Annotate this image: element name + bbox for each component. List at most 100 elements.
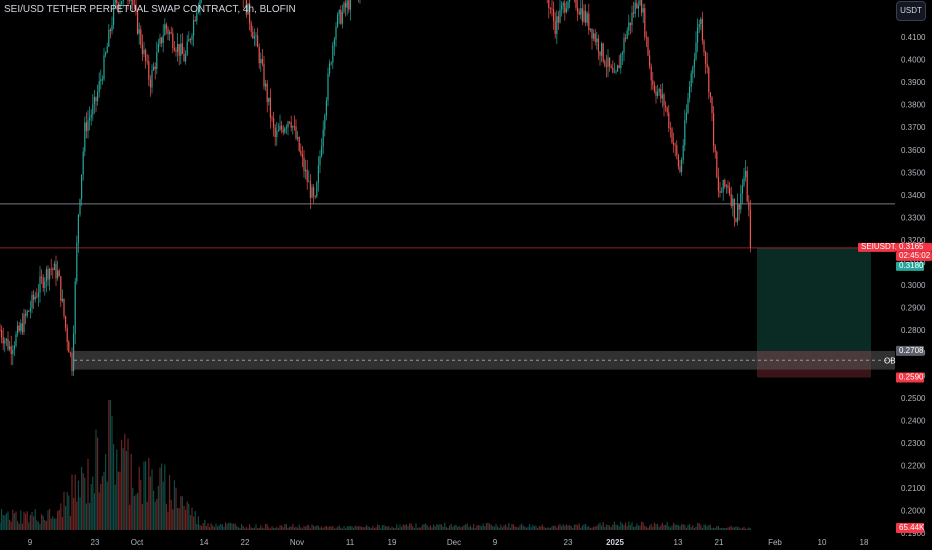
volume-bar — [401, 527, 403, 530]
volume-bar — [567, 525, 569, 530]
volume-bar — [260, 525, 262, 530]
volume-bar — [201, 525, 203, 530]
volume-bar — [284, 524, 286, 530]
volume-bar — [9, 519, 11, 530]
candle-body — [193, 20, 195, 36]
volume-bar — [580, 527, 582, 530]
candle-body — [271, 117, 273, 119]
volume-bar — [724, 528, 726, 530]
volume-bar — [492, 525, 494, 530]
volume-bar — [684, 524, 686, 530]
candle-body — [49, 268, 51, 280]
volume-bar — [92, 476, 94, 530]
candle-body — [4, 340, 6, 344]
volume-bar — [391, 526, 393, 530]
volume-bar — [493, 526, 495, 530]
candle-body — [668, 112, 670, 129]
x-tick-label: 11 — [346, 538, 355, 547]
volume-bar — [386, 526, 388, 530]
candle-body — [313, 187, 315, 197]
volume-bar — [519, 525, 521, 530]
candle-body — [178, 43, 180, 56]
candle-body — [1, 330, 3, 338]
y-tick-label: 0.2300 — [901, 439, 926, 448]
volume-bar — [593, 526, 595, 530]
candle-body — [676, 145, 678, 156]
price-chart[interactable]: OB 0.41000.40000.39000.38000.37000.36000… — [0, 0, 932, 550]
volume-bar — [133, 496, 135, 530]
volume-bar — [549, 528, 551, 530]
candle-body — [553, 9, 555, 21]
candle-body — [746, 170, 748, 202]
volume-bar — [372, 525, 374, 530]
candle-body — [269, 97, 271, 118]
volume-bar — [63, 491, 65, 530]
volume-bar — [84, 477, 86, 530]
candle-body — [569, 0, 571, 2]
volume-bar — [617, 524, 619, 530]
candle-body — [276, 131, 278, 138]
volume-bar — [57, 511, 59, 530]
volume-bar — [313, 525, 315, 530]
volume-bar — [249, 524, 251, 530]
candle-body — [338, 10, 340, 15]
x-tick-label: 23 — [564, 538, 573, 547]
volume-bar — [565, 524, 567, 530]
x-tick-label: Nov — [290, 538, 304, 547]
volume-bar — [425, 523, 427, 530]
volume-bar — [629, 524, 631, 530]
candle-body — [39, 276, 41, 293]
volume-bar — [663, 524, 665, 530]
volume-bar — [469, 525, 471, 530]
candle-body — [601, 43, 603, 56]
candle-body — [60, 276, 62, 302]
volume-bar — [108, 400, 110, 530]
candle-body — [565, 8, 567, 13]
volume-bar — [186, 501, 188, 530]
volume-bar — [285, 524, 287, 530]
x-tick-label: 9 — [493, 538, 498, 547]
volume-bar — [356, 526, 358, 530]
candle-body — [335, 26, 337, 40]
volume-bar — [45, 520, 47, 530]
volume-bar — [378, 525, 380, 530]
volume-bar — [148, 457, 150, 530]
volume-bar — [349, 525, 351, 530]
volume-bar — [175, 487, 177, 530]
volume-bar — [405, 524, 407, 530]
candle-body — [261, 59, 263, 64]
candle-body — [23, 314, 25, 333]
candle-body — [633, 12, 635, 14]
volume-bar — [676, 524, 678, 530]
candle-body — [700, 18, 702, 24]
volume-bar — [388, 526, 390, 530]
volume-bar — [117, 471, 119, 530]
volume-bar — [138, 466, 140, 530]
candle-body — [663, 94, 665, 106]
currency-button[interactable]: USDT — [896, 1, 926, 21]
volume-bar — [441, 524, 443, 530]
volume-bar — [55, 518, 57, 530]
candle-body — [292, 126, 294, 128]
volume-bar — [79, 497, 81, 530]
volume-bar — [450, 524, 452, 530]
candle-body — [161, 37, 163, 44]
candle-body — [74, 281, 76, 334]
volume-bar — [252, 528, 254, 530]
candle-body — [169, 32, 171, 35]
price-axis[interactable]: 0.4100 0.4000 0.3900 0.3800 0.3700 0.3600 0.35… — [901, 33, 926, 538]
candle-body — [189, 39, 191, 40]
volume-bar — [377, 524, 379, 530]
candle-body — [87, 120, 89, 131]
volume-bar — [181, 496, 183, 530]
volume-bar — [53, 518, 55, 530]
candle-body — [343, 2, 345, 12]
volume-bar — [279, 525, 281, 530]
volume-bar — [333, 528, 335, 530]
volume-bar — [10, 521, 12, 530]
volume-bar — [473, 523, 475, 530]
volume-bar — [613, 521, 615, 530]
volume-bar — [495, 523, 497, 530]
volume-bar — [743, 526, 745, 530]
candle-body — [561, 5, 563, 10]
